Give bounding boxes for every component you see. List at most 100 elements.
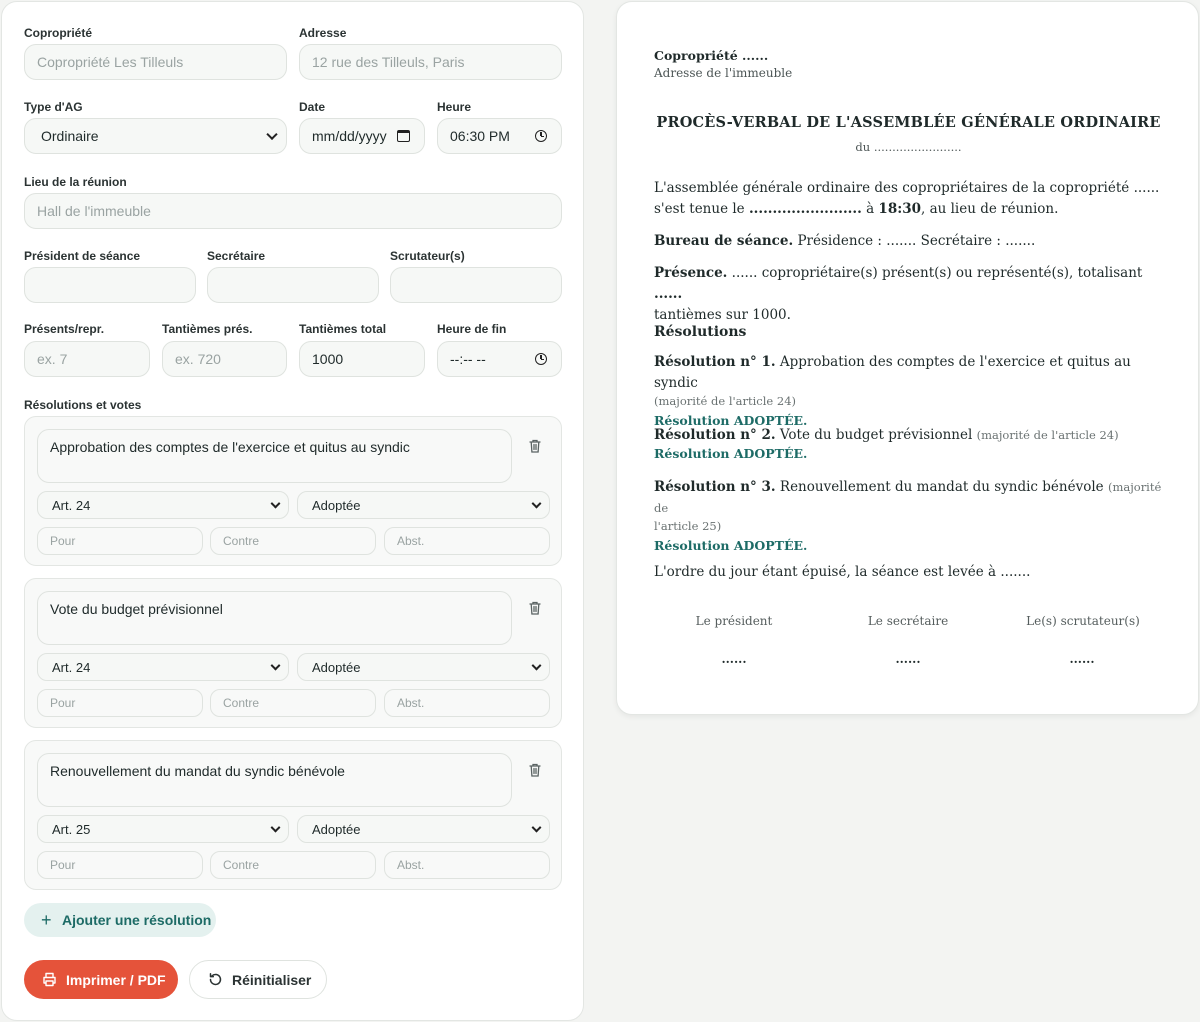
pour-placeholder: Pour [50, 696, 76, 710]
signature-secretaire-dots: ...... [895, 652, 921, 666]
article-select[interactable]: Art. 24 [37, 653, 289, 681]
president-label: Président de séance [24, 249, 141, 263]
resolution-title-input[interactable]: Vote du budget prévisionnel [37, 591, 512, 645]
preview-res1-line: Résolution n° 1. Approbation des comptes… [654, 352, 1164, 394]
tantiemes-pres-label: Tantièmes prés. [162, 322, 253, 336]
preview-bureau-bold: Bureau de séance. [654, 233, 794, 249]
preview-res1-num: Résolution n° 1. [654, 354, 776, 370]
pour-input[interactable]: Pour [37, 527, 203, 555]
preview-intro-line2: s'est tenue le ........................ … [654, 199, 1164, 220]
president-input[interactable] [24, 267, 196, 303]
preview-resolution-3: Résolution n° 3. Renouvellement du manda… [654, 477, 1164, 553]
heure-fin-input[interactable]: --:-- -- [437, 341, 562, 377]
tantiemes-total-label: Tantièmes total [299, 322, 387, 336]
adresse-input[interactable]: 12 rue des Tilleuls, Paris [299, 44, 562, 80]
preview-presence-line2: tantièmes sur 1000. [654, 307, 791, 323]
abst-input[interactable]: Abst. [384, 851, 550, 879]
status-select[interactable]: Adoptée [297, 653, 550, 681]
presents-input[interactable]: ex. 7 [24, 341, 150, 377]
form-panel: Copropriété Copropriété Les Tilleuls Adr… [1, 1, 584, 1021]
preview-resolution-2: Résolution n° 2. Vote du budget prévisio… [654, 425, 1164, 461]
tantiemes-pres-placeholder: ex. 720 [175, 351, 221, 367]
abst-input[interactable]: Abst. [384, 689, 550, 717]
chevron-down-icon [531, 822, 542, 833]
resolution-card: Renouvellement du mandat du syndic bénév… [24, 740, 562, 890]
chevron-down-icon [531, 660, 542, 671]
type-ag-label: Type d'AG [24, 100, 83, 114]
status-select[interactable]: Adoptée [297, 491, 550, 519]
type-ag-value: Ordinaire [41, 128, 99, 144]
article-value: Art. 24 [52, 497, 91, 513]
status-value: Adoptée [312, 659, 361, 675]
tantiemes-total-input[interactable]: 1000 [299, 341, 425, 377]
preview-panel: Copropriété ...... Adresse de l'immeuble… [616, 1, 1199, 715]
article-select[interactable]: Art. 25 [37, 815, 289, 843]
print-button[interactable]: Imprimer / PDF [24, 960, 178, 999]
clock-icon[interactable] [535, 130, 547, 142]
trash-icon[interactable] [529, 601, 541, 615]
preview-intro-line1: L'assemblée générale ordinaire des copro… [654, 180, 1160, 196]
contre-input[interactable]: Contre [210, 689, 376, 717]
heure-input[interactable]: 06:30 PM [437, 118, 562, 154]
preview-closing: L'ordre du jour étant épuisé, la séance … [654, 564, 1031, 580]
status-select[interactable]: Adoptée [297, 815, 550, 843]
status-value: Adoptée [312, 497, 361, 513]
article-select[interactable]: Art. 24 [37, 491, 289, 519]
clock-icon[interactable] [535, 353, 547, 365]
pour-placeholder: Pour [50, 534, 76, 548]
secretaire-input[interactable] [207, 267, 379, 303]
copropriete-placeholder: Copropriété Les Tilleuls [37, 54, 184, 70]
abst-placeholder: Abst. [397, 858, 425, 872]
chevron-down-icon [270, 498, 281, 509]
reset-button[interactable]: Réinitialiser [189, 960, 327, 999]
copropriete-input[interactable]: Copropriété Les Tilleuls [24, 44, 287, 80]
tantiemes-pres-input[interactable]: ex. 720 [162, 341, 287, 377]
trash-icon[interactable] [529, 439, 541, 453]
printer-icon [43, 972, 56, 987]
print-label: Imprimer / PDF [66, 971, 166, 988]
contre-input[interactable]: Contre [210, 527, 376, 555]
tantiemes-total-value: 1000 [312, 351, 344, 367]
preview-intro-2b: à [861, 201, 879, 217]
signature-secretaire-label: Le secrétaire [867, 614, 949, 628]
preview-copro-heading: Copropriété ...... [654, 48, 769, 63]
adresse-label: Adresse [299, 26, 347, 40]
lieu-placeholder: Hall de l'immeuble [37, 203, 151, 219]
pour-input[interactable]: Pour [37, 851, 203, 879]
secretaire-label: Secrétaire [207, 249, 266, 263]
chevron-down-icon [270, 660, 281, 671]
preview-intro-date: ........................ [748, 201, 862, 217]
calendar-icon[interactable] [397, 130, 410, 142]
resolution-title-input[interactable]: Approbation des comptes de l'exercice et… [37, 429, 512, 483]
preview-res2-num: Résolution n° 2. [654, 427, 776, 443]
lieu-input[interactable]: Hall de l'immeuble [24, 193, 562, 229]
resolution-title-input[interactable]: Renouvellement du mandat du syndic bénév… [37, 753, 512, 807]
preview-res2-majority: (majorité de l'article 24) [976, 428, 1119, 442]
preview-res2-line: Résolution n° 2. Vote du budget prévisio… [654, 425, 1164, 446]
heure-value: 06:30 PM [450, 128, 510, 144]
reset-icon [209, 973, 222, 986]
preview-intro-2a: s'est tenue le [654, 201, 749, 217]
contre-placeholder: Contre [223, 534, 260, 548]
pour-input[interactable]: Pour [37, 689, 203, 717]
trash-icon[interactable] [529, 763, 541, 777]
preview-intro-time: 18:30 [878, 201, 921, 217]
add-resolution-label: Ajouter une résolution [62, 912, 212, 928]
presents-label: Présents/repr. [24, 322, 105, 336]
heure-fin-label: Heure de fin [437, 322, 507, 336]
preview-res3-status: Résolution ADOPTÉE. [654, 538, 808, 553]
reset-label: Réinitialiser [232, 971, 312, 988]
preview-title: PROCÈS-VERBAL DE L'ASSEMBLÉE GÉNÉRALE OR… [656, 114, 1161, 131]
date-input[interactable]: mm/dd/yyyy [299, 118, 425, 154]
copropriete-label: Copropriété [24, 26, 93, 40]
abst-input[interactable]: Abst. [384, 527, 550, 555]
preview-res3-majority-b: l'article 25) [654, 519, 722, 533]
date-label: Date [299, 100, 326, 114]
add-resolution-button[interactable]: + Ajouter une résolution [24, 903, 216, 937]
resolution-card: Approbation des comptes de l'exercice et… [24, 416, 562, 566]
type-ag-select[interactable]: Ordinaire [24, 118, 287, 154]
contre-input[interactable]: Contre [210, 851, 376, 879]
scrutateurs-input[interactable] [390, 267, 562, 303]
preview-intro: L'assemblée générale ordinaire des copro… [654, 178, 1164, 220]
date-value: mm/dd/yyyy [312, 128, 387, 144]
